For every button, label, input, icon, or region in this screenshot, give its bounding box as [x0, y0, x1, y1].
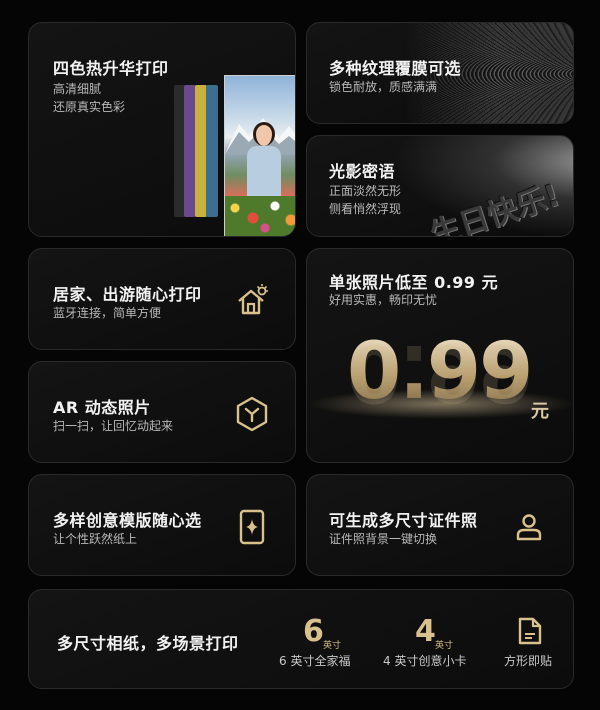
id-photo-feature-card: 可生成多尺寸证件照 证件照背景一键切换	[306, 474, 574, 576]
template-title: 多样创意模版随心选	[53, 511, 202, 530]
person-head	[253, 122, 275, 146]
light-subtitle-2: 侧看悄然浮现	[329, 202, 402, 216]
print-feature-card: 四色热升华打印 高清细腻 还原真实色彩	[28, 22, 296, 237]
paper-sizes-card: 多尺寸相纸，多场景打印 6 英寸 6 英寸全家福 4 英寸 4 英寸创意小卡 方…	[28, 589, 574, 689]
sizes-title: 多尺寸相纸，多场景打印	[57, 634, 239, 653]
idphoto-title: 可生成多尺寸证件照	[329, 511, 478, 530]
price-feature-card: 单张照片低至 0.99 元 好用实惠，畅印无忧 0.99 元 0.99	[306, 248, 574, 463]
square-sticker-icon	[518, 617, 542, 645]
photo-layer-cyan	[206, 85, 218, 217]
print-subtitle-2: 还原真实色彩	[53, 100, 126, 114]
ar-feature-card: AR 动态照片 扫一扫，让回忆动起来	[28, 361, 296, 463]
square-sticker-label: 方形即贴	[504, 654, 553, 668]
print-subtitle-1: 高清细腻	[53, 82, 102, 96]
light-shadow-feature-card: 生日快乐! 光影密语 正面淡然无形 侧看悄然浮现	[306, 135, 574, 237]
light-title: 光影密语	[329, 162, 396, 181]
ar-subtitle: 扫一扫，让回忆动起来	[53, 419, 174, 433]
size-4-label: 4 英寸创意小卡	[383, 654, 467, 668]
size-4-number: 4	[415, 614, 436, 649]
idphoto-subtitle: 证件照背景一键切换	[329, 532, 438, 546]
ar-hexagon-icon	[236, 396, 268, 432]
texture-feature-card: 多种纹理覆膜可选 锁色耐放，质感满满	[306, 22, 574, 124]
home-travel-feature-card: 居家、出游随心打印 蓝牙连接，简单方便	[28, 248, 296, 350]
price-title: 单张照片低至 0.99 元	[329, 273, 499, 292]
price-reflection: 0.99	[347, 327, 532, 417]
size-4-unit: 英寸	[435, 641, 454, 651]
template-feature-card: 多样创意模版随心选 让个性跃然纸上	[28, 474, 296, 576]
print-title: 四色热升华打印	[53, 59, 169, 78]
flower-field	[225, 196, 295, 236]
texture-subtitle: 锁色耐放，质感满满	[329, 80, 438, 94]
size-6-unit: 英寸	[323, 641, 342, 651]
home-title: 居家、出游随心打印	[53, 285, 202, 304]
sample-photo	[224, 75, 295, 236]
house-sun-icon	[238, 284, 268, 315]
texture-title: 多种纹理覆膜可选	[329, 59, 462, 78]
template-subtitle: 让个性跃然纸上	[53, 532, 138, 546]
sparkle-frame-icon	[239, 509, 265, 545]
home-subtitle: 蓝牙连接，简单方便	[53, 306, 162, 320]
size-6-number: 6	[303, 614, 324, 649]
price-unit: 元	[531, 401, 549, 422]
ar-title: AR 动态照片	[53, 398, 151, 417]
price-subtitle: 好用实惠，畅印无忧	[329, 293, 438, 307]
person-icon	[516, 514, 542, 541]
light-subtitle-1: 正面淡然无形	[329, 184, 402, 198]
size-6-label: 6 英寸全家福	[279, 654, 351, 668]
